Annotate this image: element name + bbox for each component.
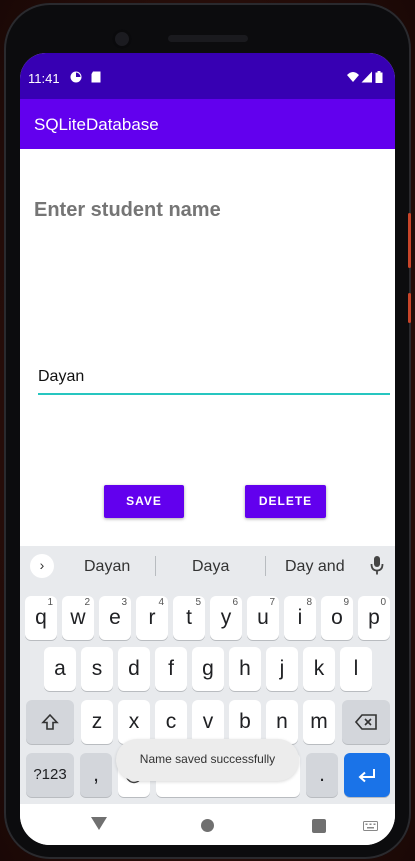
key-c[interactable]: c: [155, 700, 187, 744]
front-camera: [112, 29, 132, 49]
key-m[interactable]: m: [303, 700, 335, 744]
back-icon[interactable]: [91, 817, 107, 830]
key-l[interactable]: l: [340, 647, 372, 691]
shift-key[interactable]: [26, 700, 74, 744]
backspace-key[interactable]: [342, 700, 390, 744]
phone-frame: 11:41 SQLiteDatabase Enter student name …: [4, 3, 411, 859]
key-g[interactable]: g: [192, 647, 224, 691]
enter-key[interactable]: [344, 753, 390, 797]
earpiece-speaker: [168, 35, 248, 42]
home-icon[interactable]: [201, 819, 214, 832]
sd-card-icon: [91, 71, 101, 83]
key-hint: 8: [306, 597, 312, 608]
signal-icon: [361, 71, 372, 83]
key-n[interactable]: n: [266, 700, 298, 744]
key-hint: 3: [121, 597, 127, 608]
key-label: y: [220, 606, 232, 629]
key-hint: 9: [343, 597, 349, 608]
key-i[interactable]: i8: [284, 596, 316, 640]
key-a[interactable]: a: [44, 647, 76, 691]
key-w[interactable]: w2: [62, 596, 94, 640]
key-h[interactable]: h: [229, 647, 261, 691]
key-u[interactable]: u7: [247, 596, 279, 640]
key-k[interactable]: k: [303, 647, 335, 691]
key-x[interactable]: x: [118, 700, 150, 744]
key-v[interactable]: v: [192, 700, 224, 744]
shift-icon: [41, 713, 59, 730]
key-z[interactable]: z: [81, 700, 113, 744]
save-button[interactable]: SAVE: [104, 485, 184, 518]
key-e[interactable]: e3: [99, 596, 131, 640]
symbols-key[interactable]: ?123: [26, 753, 74, 797]
student-name-value: Dayan: [38, 368, 85, 385]
microphone-icon[interactable]: [370, 555, 384, 577]
comma-key[interactable]: ,: [80, 753, 112, 797]
enter-icon: [358, 769, 375, 783]
key-label: e: [109, 606, 121, 629]
chevron-right-icon[interactable]: ›: [30, 554, 54, 578]
backspace-icon: [354, 714, 377, 730]
recent-apps-icon[interactable]: [312, 819, 326, 833]
sync-icon: [70, 71, 82, 83]
key-label: o: [331, 606, 343, 629]
key-label: w: [70, 606, 86, 629]
period-key[interactable]: .: [306, 753, 338, 797]
key-q[interactable]: q1: [25, 596, 57, 640]
key-hint: 1: [47, 597, 53, 608]
key-hint: 6: [232, 597, 238, 608]
key-s[interactable]: s: [81, 647, 113, 691]
suggestion-1[interactable]: Dayan: [84, 558, 130, 576]
wifi-icon: [347, 72, 359, 82]
key-hint: 2: [84, 597, 90, 608]
key-t[interactable]: t5: [173, 596, 205, 640]
app-bar: SQLiteDatabase: [20, 99, 395, 149]
suggestion-2[interactable]: Daya: [192, 558, 229, 576]
toast-message: Name saved successfully: [116, 739, 299, 781]
key-label: u: [257, 606, 269, 629]
key-hint: 5: [195, 597, 201, 608]
status-bar: 11:41: [20, 53, 395, 99]
status-time: 11:41: [28, 71, 60, 86]
key-hint: 0: [380, 597, 386, 608]
divider: [265, 556, 266, 576]
battery-icon: [375, 71, 383, 83]
key-r[interactable]: r4: [136, 596, 168, 640]
screen: 11:41 SQLiteDatabase Enter student name …: [20, 53, 395, 845]
key-label: r: [148, 606, 156, 629]
key-o[interactable]: o9: [321, 596, 353, 640]
key-hint: 4: [158, 597, 164, 608]
key-f[interactable]: f: [155, 647, 187, 691]
suggestion-strip: › Dayan Daya Day and: [20, 546, 395, 588]
student-name-input[interactable]: Dayan: [38, 363, 390, 395]
key-j[interactable]: j: [266, 647, 298, 691]
key-p[interactable]: p0: [358, 596, 390, 640]
keyboard-switch-icon[interactable]: [363, 821, 378, 831]
navigation-bar: [20, 804, 395, 845]
key-label: q: [35, 606, 47, 629]
app-title: SQLiteDatabase: [34, 115, 159, 134]
suggestion-3[interactable]: Day and: [285, 558, 345, 576]
key-label: i: [297, 606, 303, 629]
key-label: t: [186, 606, 192, 629]
key-hint: 7: [269, 597, 275, 608]
key-b[interactable]: b: [229, 700, 261, 744]
delete-button[interactable]: DELETE: [245, 485, 326, 518]
form-heading: Enter student name: [34, 199, 221, 221]
key-y[interactable]: y6: [210, 596, 242, 640]
power-button: [408, 213, 411, 268]
divider: [155, 556, 156, 576]
key-d[interactable]: d: [118, 647, 150, 691]
volume-button: [408, 293, 411, 323]
key-label: p: [368, 606, 380, 629]
